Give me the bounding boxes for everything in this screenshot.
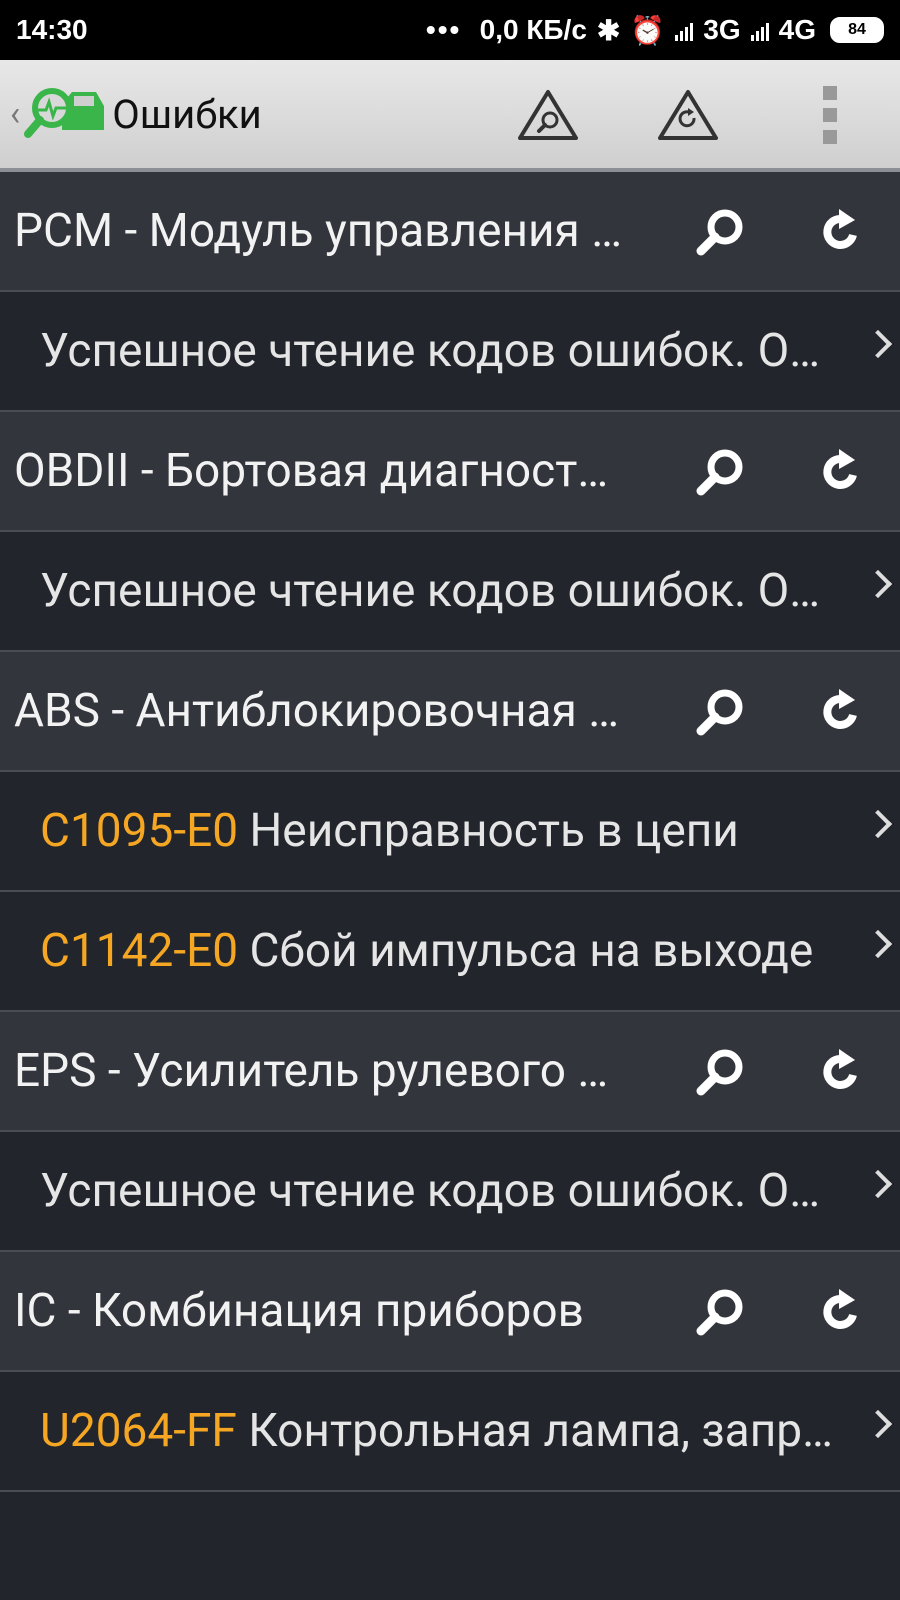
clear-codes-button[interactable] bbox=[810, 1282, 870, 1342]
app-toolbar: ‹ Ошибки bbox=[0, 60, 900, 172]
clear-codes-button[interactable] bbox=[810, 202, 870, 262]
module-row-eps: EPS - Усилитель рулевого управления bbox=[0, 1012, 900, 1132]
net-type-1: 3G bbox=[703, 14, 741, 45]
refresh-icon bbox=[823, 689, 857, 729]
warning-search-icon bbox=[518, 90, 578, 140]
battery-icon: 84 bbox=[829, 17, 884, 43]
refresh-icon bbox=[823, 209, 857, 249]
status-bar: 14:30 ••• 0,0 КБ/с ✱ ⏰ 3G 4G 84 bbox=[0, 0, 900, 60]
status-time: 14:30 bbox=[16, 14, 88, 45]
module-label: OBDII - Бортовая диагностика bbox=[14, 444, 624, 498]
alarm-icon: ⏰ bbox=[630, 14, 666, 46]
scan-all-button[interactable] bbox=[516, 86, 580, 144]
clear-all-button[interactable] bbox=[656, 86, 720, 144]
module-row-obdii: OBDII - Бортовая диагностика bbox=[0, 412, 900, 532]
refresh-icon bbox=[823, 449, 857, 489]
search-icon bbox=[696, 689, 743, 736]
result-text: C1142-E0 Сбой импульса на выходе bbox=[40, 924, 840, 978]
read-codes-button[interactable] bbox=[690, 442, 750, 502]
result-text: Успешное чтение кодов ошибок. Ошибок нет… bbox=[40, 564, 840, 618]
error-row[interactable]: C1095-E0 Неисправность в цепи bbox=[0, 772, 900, 892]
overflow-menu-button[interactable] bbox=[800, 86, 860, 144]
menu-dot bbox=[823, 130, 837, 144]
module-label: ABS - Антиблокировочная система bbox=[14, 684, 624, 738]
bluetooth-icon: ✱ bbox=[596, 14, 621, 46]
error-row[interactable]: C1142-E0 Сбой импульса на выходе bbox=[0, 892, 900, 1012]
result-description: Успешное чтение кодов ошибок. Ошибок нет… bbox=[40, 324, 840, 378]
search-icon bbox=[696, 1049, 743, 1096]
result-row[interactable]: Успешное чтение кодов ошибок. Ошибок нет… bbox=[0, 1132, 900, 1252]
result-description: Успешное чтение кодов ошибок. Ошибок нет… bbox=[40, 1164, 840, 1218]
search-icon bbox=[696, 209, 743, 256]
result-text: C1095-E0 Неисправность в цепи bbox=[40, 804, 840, 858]
error-description: Сбой импульса на выходе bbox=[249, 924, 814, 978]
app-logo-icon bbox=[24, 88, 105, 138]
read-codes-button[interactable] bbox=[690, 202, 750, 262]
module-row-ic: IC - Комбинация приборов bbox=[0, 1252, 900, 1372]
error-code: C1095-E0 bbox=[40, 804, 239, 858]
signal-icon-2 bbox=[750, 19, 769, 41]
signal-icon bbox=[675, 19, 694, 41]
result-text: Успешное чтение кодов ошибок. Ошибок нет… bbox=[40, 1164, 840, 1218]
read-codes-button[interactable] bbox=[690, 1282, 750, 1342]
chevron-right-icon bbox=[863, 809, 893, 839]
result-row[interactable]: Успешное чтение кодов ошибок. Ошибок нет… bbox=[0, 292, 900, 412]
warning-refresh-icon bbox=[658, 90, 718, 140]
module-label: EPS - Усилитель рулевого управления bbox=[14, 1044, 624, 1098]
read-codes-button[interactable] bbox=[690, 682, 750, 742]
error-description: Неисправность в цепи bbox=[249, 804, 739, 858]
net-type-2: 4G bbox=[778, 14, 816, 45]
error-description: Контрольная лампа, запрос bbox=[248, 1404, 840, 1458]
status-right: 0,0 КБ/с ✱ ⏰ 3G 4G 84 bbox=[480, 14, 884, 47]
refresh-icon bbox=[823, 1049, 857, 1089]
clear-codes-button[interactable] bbox=[810, 682, 870, 742]
module-label: PCM - Модуль управления двигателем bbox=[14, 204, 624, 258]
error-row[interactable]: U2064-FF Контрольная лампа, запрос bbox=[0, 1372, 900, 1492]
result-description: Успешное чтение кодов ошибок. Ошибок нет… bbox=[40, 564, 840, 618]
chevron-right-icon bbox=[863, 1409, 893, 1439]
module-row-abs: ABS - Антиблокировочная система bbox=[0, 652, 900, 772]
read-codes-button[interactable] bbox=[690, 1042, 750, 1102]
error-code: U2064-FF bbox=[40, 1404, 237, 1458]
search-icon bbox=[696, 1289, 743, 1336]
result-row[interactable]: Успешное чтение кодов ошибок. Ошибок нет… bbox=[0, 532, 900, 652]
clear-codes-button[interactable] bbox=[810, 1042, 870, 1102]
error-code: C1142-E0 bbox=[40, 924, 239, 978]
refresh-icon bbox=[823, 1289, 857, 1329]
clear-codes-button[interactable] bbox=[810, 442, 870, 502]
search-icon bbox=[696, 449, 743, 496]
chevron-right-icon bbox=[863, 329, 893, 359]
result-text: Успешное чтение кодов ошибок. Ошибок нет… bbox=[40, 324, 840, 378]
menu-dot bbox=[823, 86, 837, 100]
result-text: U2064-FF Контрольная лампа, запрос bbox=[40, 1404, 840, 1458]
menu-dot bbox=[823, 108, 837, 122]
chevron-right-icon bbox=[863, 569, 893, 599]
back-button[interactable]: ‹ bbox=[10, 94, 20, 134]
module-row-pcm: PCM - Модуль управления двигателем bbox=[0, 172, 900, 292]
more-notifications-icon: ••• bbox=[425, 14, 462, 45]
page-title: Ошибки bbox=[112, 90, 262, 138]
chevron-right-icon bbox=[863, 1169, 893, 1199]
net-speed: 0,0 КБ/с bbox=[479, 14, 587, 45]
module-list: PCM - Модуль управления двигателем Успеш… bbox=[0, 172, 900, 1492]
chevron-right-icon bbox=[863, 929, 893, 959]
module-label: IC - Комбинация приборов bbox=[14, 1284, 584, 1338]
